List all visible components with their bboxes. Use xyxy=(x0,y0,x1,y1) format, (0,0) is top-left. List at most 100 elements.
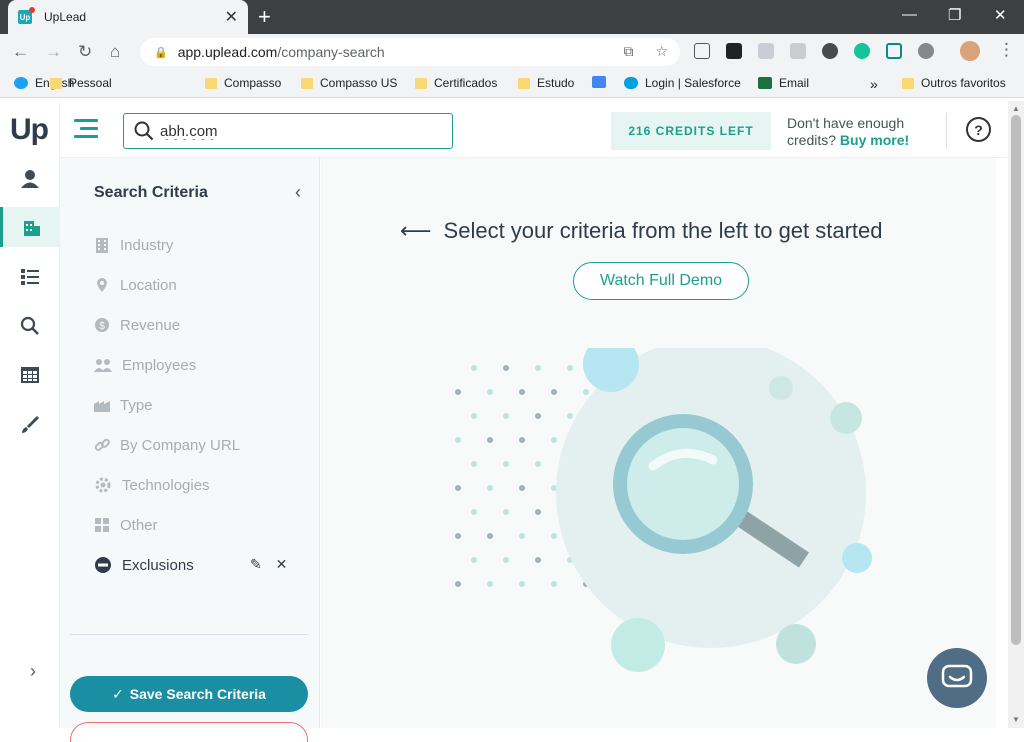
extension-cube-icon[interactable] xyxy=(694,43,710,59)
brush-icon xyxy=(22,416,39,433)
criteria-revenue[interactable]: $ Revenue xyxy=(94,314,180,336)
nav-companies[interactable] xyxy=(0,207,60,247)
browser-toolbar: ← → ↻ ⌂ 🔒 app.uplead.com /company-search… xyxy=(0,34,1024,70)
nav-contacts[interactable] xyxy=(0,159,60,199)
building-icon xyxy=(94,237,110,253)
salesforce-icon xyxy=(624,77,638,89)
search-icon xyxy=(20,316,39,335)
criteria-industry[interactable]: Industry xyxy=(94,234,173,256)
criteria-type[interactable]: Type xyxy=(94,394,153,416)
page-scrollbar[interactable]: ▲ ▼ xyxy=(1008,101,1024,728)
excel-icon xyxy=(758,77,772,89)
nav-lists[interactable] xyxy=(0,257,60,297)
minimize-window-button[interactable]: — xyxy=(902,6,917,23)
lock-icon: 🔒 xyxy=(154,46,168,59)
app-header: 216 CREDITS LEFT Don't have enough credi… xyxy=(60,101,1008,158)
search-icon xyxy=(134,121,154,141)
check-icon: ✓ xyxy=(112,685,124,702)
save-search-criteria-button[interactable]: ✓ Save Search Criteria xyxy=(70,676,308,712)
browser-tab-strip: Up UpLead ✕ + — ❐ ✕ xyxy=(0,0,1024,34)
criteria-company-url[interactable]: By Company URL xyxy=(94,434,240,456)
extension-pictures-icon[interactable] xyxy=(758,43,774,59)
folder-icon xyxy=(902,77,914,89)
clear-close-icon[interactable]: ✕ xyxy=(276,556,288,572)
people-icon xyxy=(94,357,112,373)
bookmark-item[interactable]: Email xyxy=(758,76,809,90)
expand-nav-chevron-icon[interactable]: › xyxy=(30,661,36,682)
bookmark-item[interactable] xyxy=(592,76,613,88)
criteria-employees[interactable]: Employees xyxy=(94,354,196,376)
grid-icon xyxy=(94,517,110,533)
criteria-technologies[interactable]: Technologies xyxy=(94,474,210,496)
bookmark-item[interactable]: Compasso US xyxy=(301,76,397,90)
translate-icon[interactable]: ⧉ xyxy=(624,43,634,59)
folder-icon xyxy=(205,77,217,89)
buy-more-link[interactable]: Buy more xyxy=(840,132,905,148)
bubble-decoration xyxy=(842,543,872,573)
reload-icon[interactable]: ↻ xyxy=(78,42,92,62)
building-icon xyxy=(23,221,40,236)
back-arrow-icon[interactable]: ← xyxy=(12,42,29,62)
extension-glasses-icon[interactable] xyxy=(726,43,742,59)
scrollbar-thumb[interactable] xyxy=(1011,115,1021,645)
bookmark-item[interactable]: Login | Salesforce xyxy=(624,76,741,90)
watch-demo-button[interactable]: Watch Full Demo xyxy=(573,262,749,300)
edit-pencil-icon[interactable]: ✎ xyxy=(250,556,262,572)
menu-hamburger-icon[interactable] xyxy=(74,119,98,143)
table-icon xyxy=(21,367,39,383)
collapse-panel-chevron-icon[interactable]: ‹ xyxy=(295,182,301,203)
company-search-input[interactable] xyxy=(160,122,420,140)
list-icon xyxy=(21,269,39,285)
scroll-down-arrow-icon[interactable]: ▼ xyxy=(1012,715,1020,724)
secondary-button-partial[interactable] xyxy=(70,722,308,742)
credits-left-badge: 216 CREDITS LEFT xyxy=(611,112,771,150)
url-host: app.uplead.com xyxy=(177,44,278,60)
tab-title: UpLead xyxy=(44,10,87,24)
extension-circle-icon[interactable] xyxy=(918,43,934,59)
bubble-decoration xyxy=(611,618,665,672)
factory-icon xyxy=(94,397,110,413)
nav-table[interactable] xyxy=(0,355,60,395)
bookmarks-bar: English Pessoal Compasso Compasso US Cer… xyxy=(0,70,1024,98)
bookmark-item[interactable]: Pessoal xyxy=(50,76,112,90)
extension-m-icon[interactable] xyxy=(790,43,806,59)
bookmarks-overflow-button[interactable]: » xyxy=(870,76,878,92)
help-icon[interactable]: ? xyxy=(966,117,991,142)
chat-launcher-button[interactable] xyxy=(927,648,987,708)
search-criteria-panel: Search Criteria ‹ Industry Location $ Re… xyxy=(60,158,320,742)
main-content: ⟵ Select your criteria from the left to g… xyxy=(321,158,996,728)
bookmark-item[interactable]: Estudo xyxy=(518,76,574,90)
nav-search[interactable] xyxy=(0,306,60,346)
extension-dots-icon[interactable] xyxy=(822,43,838,59)
nav-tools[interactable] xyxy=(0,404,60,444)
bookmark-item[interactable]: Certificados xyxy=(415,76,497,90)
forward-arrow-icon[interactable]: → xyxy=(45,42,62,62)
criteria-other[interactable]: Other xyxy=(94,514,158,536)
criteria-exclusions[interactable]: Exclusions xyxy=(94,554,194,576)
address-bar[interactable]: 🔒 app.uplead.com /company-search ⧉ ☆ xyxy=(140,38,680,66)
minus-circle-icon xyxy=(94,557,112,573)
tab-close-icon[interactable]: ✕ xyxy=(225,7,238,27)
browser-menu-icon[interactable]: ⋮ xyxy=(998,40,1015,60)
other-bookmarks[interactable]: Outros favoritos xyxy=(902,76,1006,90)
uplead-logo[interactable]: Up xyxy=(10,113,49,147)
company-search-box[interactable] xyxy=(123,113,453,149)
new-tab-button[interactable]: + xyxy=(258,4,271,30)
close-window-button[interactable]: ✕ xyxy=(994,6,1007,24)
bookmark-item[interactable]: Compasso xyxy=(205,76,281,90)
extension-square-icon[interactable] xyxy=(886,43,902,59)
profile-avatar[interactable] xyxy=(960,41,980,61)
home-icon[interactable]: ⌂ xyxy=(110,42,120,62)
restore-window-button[interactable]: ❐ xyxy=(948,6,961,24)
scroll-up-arrow-icon[interactable]: ▲ xyxy=(1012,104,1020,113)
uplead-favicon-icon: Up xyxy=(18,7,35,24)
bookmark-star-icon[interactable]: ☆ xyxy=(655,43,668,59)
criteria-title: Search Criteria xyxy=(94,184,208,201)
folder-icon xyxy=(415,77,427,89)
grammarly-icon[interactable] xyxy=(854,43,870,59)
header-divider xyxy=(946,113,947,149)
browser-tab[interactable]: Up UpLead ✕ xyxy=(8,0,248,34)
bubble-decoration xyxy=(830,402,862,434)
folder-icon xyxy=(518,77,530,89)
criteria-location[interactable]: Location xyxy=(94,274,177,296)
